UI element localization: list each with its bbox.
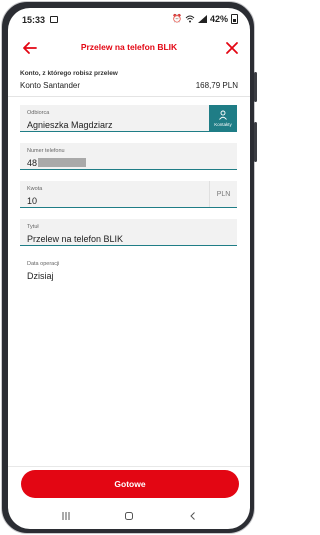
operation-date-value: Dzisiaj	[27, 271, 54, 281]
contact-person-icon	[219, 110, 227, 120]
divider	[8, 96, 250, 97]
status-time: 15:33	[22, 15, 46, 25]
operation-date-label: Data operacji	[27, 261, 60, 267]
recipient-value: Agnieszka Magdziarz	[27, 120, 113, 130]
back-icon	[190, 512, 195, 520]
recipient-field[interactable]: Odbiorca Agnieszka Magdziarz Kontakty	[20, 105, 237, 132]
transfer-title-label: Tytuł	[27, 224, 39, 230]
page-title: Przelew na telefon BLIK	[80, 42, 178, 52]
home-button[interactable]	[119, 510, 139, 522]
battery-icon	[231, 14, 238, 24]
recent-apps-button[interactable]	[56, 510, 76, 522]
image-icon	[50, 16, 58, 23]
operation-date-field: Data operacji Dzisiaj	[20, 256, 237, 283]
amount-label: Kwota	[27, 186, 43, 192]
home-icon	[125, 512, 133, 520]
account-name[interactable]: Konto Santander	[20, 81, 80, 90]
phone-number-field[interactable]: Numer telefonu 48	[20, 143, 237, 170]
recipient-label: Odbiorca	[27, 110, 50, 116]
account-label: Konto, z którego robisz przelew	[20, 70, 118, 77]
status-bar: 15:33 ⏰ 42%	[8, 8, 250, 30]
system-nav-bar	[8, 506, 250, 526]
phone-number-label: Numer telefonu	[27, 148, 65, 154]
app-header: Przelew na telefon BLIK	[8, 32, 250, 64]
status-icons: ⏰ 42%	[172, 14, 238, 24]
arrow-left-icon	[23, 42, 37, 54]
power-button	[254, 122, 257, 162]
account-balance: 168,79 PLN	[195, 81, 238, 90]
amount-value: 10	[27, 196, 38, 206]
nav-back-button[interactable]	[183, 510, 203, 522]
transfer-title-value: Przelew na telefon BLIK	[27, 234, 124, 244]
divider	[8, 466, 250, 467]
phone-number-value: 48	[27, 158, 87, 168]
contacts-label: Kontakty	[214, 121, 232, 127]
contacts-button[interactable]: Kontakty	[209, 105, 237, 131]
alarm-icon: ⏰	[172, 14, 182, 23]
phone-frame: 15:33 ⏰ 42% Przelew na telefon BLIK Kont…	[1, 1, 257, 534]
battery-percent: 42%	[209, 14, 228, 24]
phone-number-prefix: 48	[27, 158, 38, 168]
done-button[interactable]: Gotowe	[21, 470, 239, 498]
recent-apps-icon	[62, 512, 70, 520]
signal-icon	[197, 15, 207, 23]
volume-button	[254, 72, 257, 102]
wifi-icon	[185, 15, 195, 23]
transfer-title-field[interactable]: Tytuł Przelew na telefon BLIK	[20, 219, 237, 246]
close-button[interactable]	[222, 38, 242, 58]
amount-field[interactable]: Kwota 10 PLN	[20, 181, 237, 208]
redacted-phone-digits	[38, 158, 87, 167]
close-icon	[226, 42, 238, 54]
screen: 15:33 ⏰ 42% Przelew na telefon BLIK Kont…	[8, 8, 250, 529]
currency-label: PLN	[209, 181, 237, 207]
back-button[interactable]	[20, 38, 40, 58]
